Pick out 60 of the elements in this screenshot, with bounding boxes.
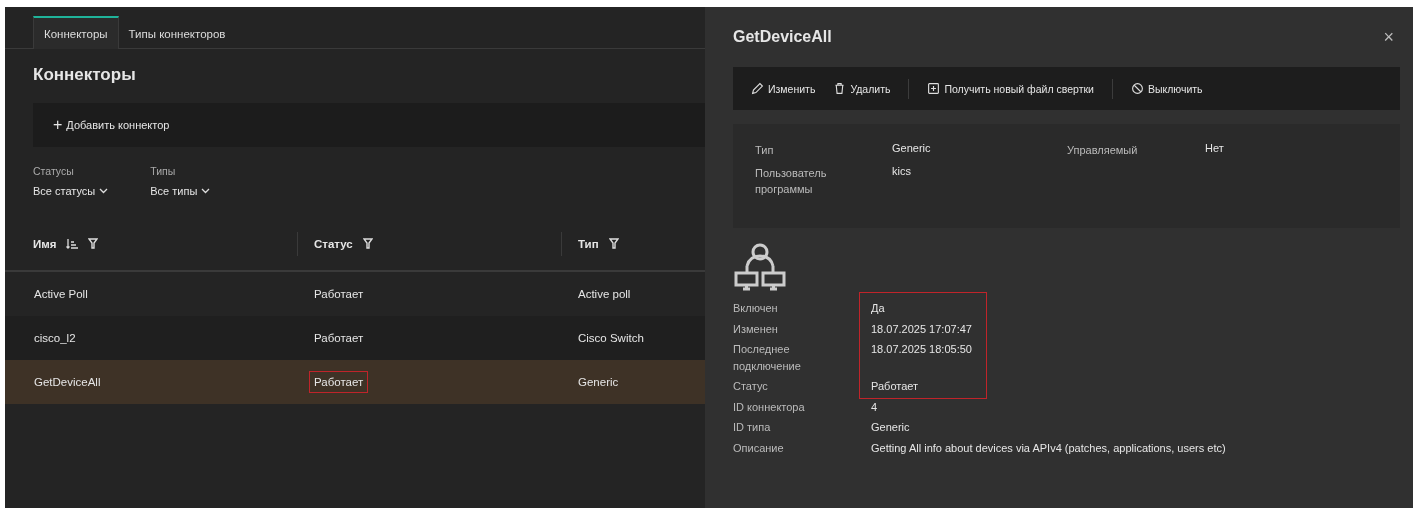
page-title: Коннекторы — [32, 64, 137, 86]
field-value: Да — [870, 301, 886, 316]
table-row[interactable]: GetDeviceAll Работает Generic — [5, 360, 705, 404]
field-label: Описание — [733, 440, 785, 456]
table-cell-text: Active poll — [577, 287, 632, 302]
action-button[interactable]: Удалить — [833, 82, 891, 95]
chevron-down-icon — [201, 188, 211, 194]
field-label: ID типа — [733, 420, 772, 435]
column-header[interactable]: Имя — [33, 237, 57, 250]
table-cell-text: cisco_l2 — [33, 331, 77, 346]
column-header[interactable]: Тип — [578, 237, 599, 250]
filter-label: Типы — [150, 165, 177, 177]
field-label: Изменен — [733, 321, 779, 337]
filter-icon[interactable] — [362, 238, 373, 249]
add-connector-button[interactable]: + Добавить коннектор — [53, 116, 170, 134]
action-button[interactable]: Получить новый файл свертки — [927, 82, 1094, 95]
field-value: Нет — [1205, 142, 1225, 156]
table-cell-text: Работает — [313, 287, 365, 302]
user-computers-icon — [733, 242, 787, 292]
field-value: Getting All info about devices via APIv4 (patches, applications, users etc) — [870, 440, 1227, 456]
chevron-down-icon — [99, 188, 109, 194]
table-cell: Работает — [309, 371, 369, 393]
table-cell-text: GetDeviceAll — [33, 375, 102, 390]
plus-square-icon — [927, 82, 941, 95]
table-row[interactable]: cisco_l2 Работает Cisco Switch — [5, 316, 705, 360]
field-value: Generic — [870, 420, 911, 435]
field-value: kics — [892, 164, 912, 179]
table-cell-text: Работает — [313, 331, 365, 346]
field-label: Управляемый — [1067, 143, 1139, 158]
field-label: Статус — [733, 379, 769, 394]
field-label: Последнее подключение — [733, 342, 802, 374]
pencil-icon — [751, 82, 764, 95]
table-cell-text: Cisco Switch — [577, 331, 645, 346]
field-label: Включен — [733, 301, 779, 316]
field-value: Generic — [892, 142, 932, 156]
column-header[interactable]: Статус — [314, 237, 353, 250]
close-button[interactable]: × — [1377, 26, 1400, 48]
block-icon — [1130, 82, 1144, 95]
sort-icon[interactable] — [66, 238, 79, 249]
filter-dropdown[interactable]: Все типы — [150, 185, 211, 197]
field-label: Пользователь программы — [755, 165, 828, 197]
tab[interactable]: Коннекторы — [33, 16, 119, 49]
field-value: 18.07.2025 17:07:47 — [870, 321, 973, 337]
filter-icon[interactable] — [88, 238, 99, 249]
table-cell-text: Generic — [577, 375, 620, 390]
filter-icon[interactable] — [608, 238, 619, 249]
field-label: ID коннектора — [733, 399, 806, 415]
field-value: 18.07.2025 18:05:50 — [870, 342, 973, 357]
field-value: 4 — [870, 399, 879, 415]
table-row[interactable]: Active Poll Работает Active poll — [5, 272, 705, 316]
panel-title: GetDeviceAll — [733, 28, 832, 46]
filter-dropdown[interactable]: Все статусы — [33, 185, 109, 197]
field-value: Работает — [870, 379, 920, 394]
action-button[interactable]: Выключить — [1130, 82, 1203, 95]
action-button[interactable]: Изменить — [751, 82, 816, 95]
trash-icon — [833, 82, 847, 95]
tab[interactable]: Типы коннекторов — [118, 16, 236, 48]
filter-label: Статусы — [33, 165, 75, 177]
field-label: Тип — [755, 143, 775, 158]
table-cell-text: Active Poll — [33, 287, 89, 302]
